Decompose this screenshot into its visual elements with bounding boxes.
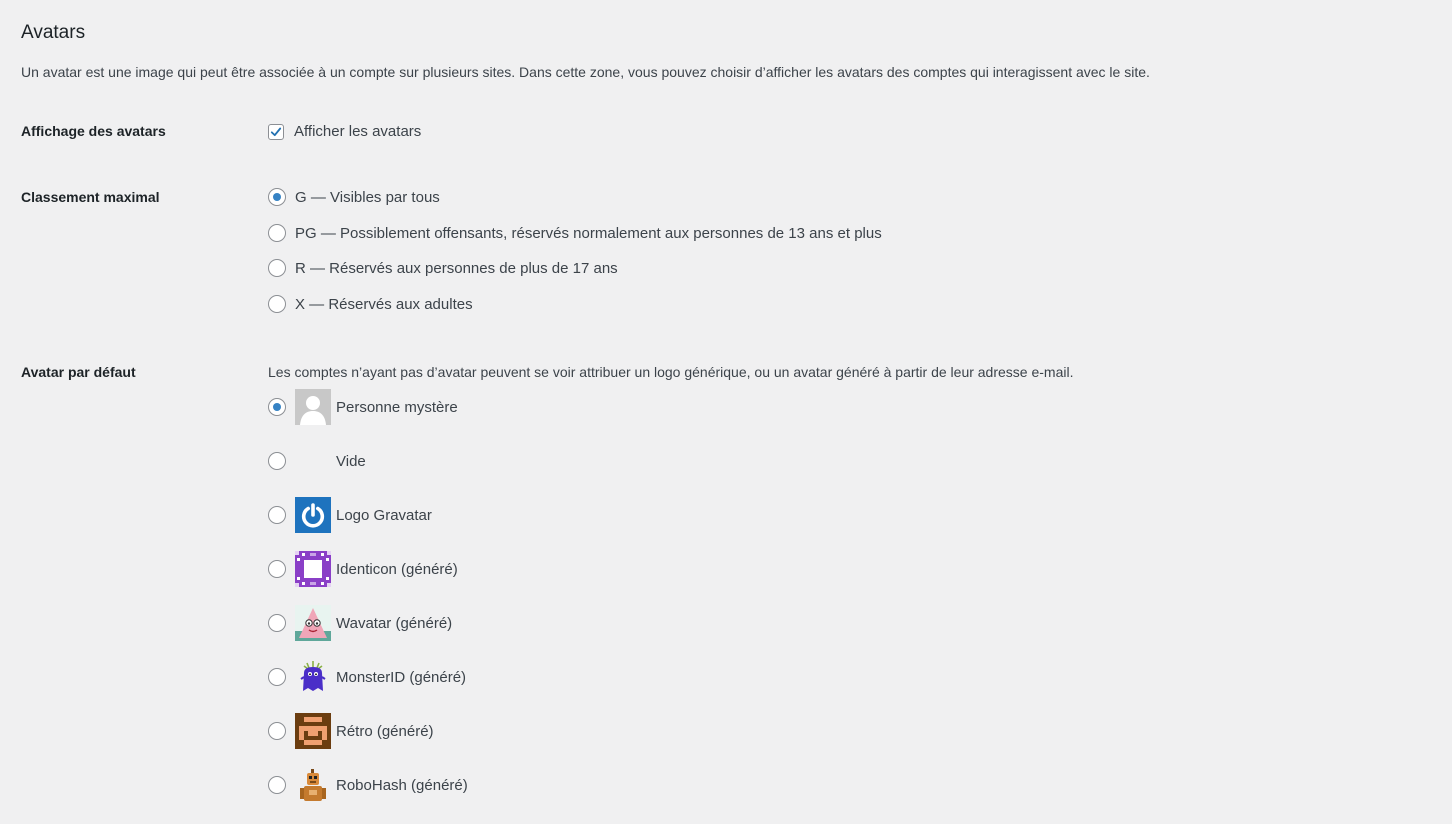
- default-avatar-description: Les comptes n’ayant pas d’avatar peuvent…: [268, 364, 1074, 380]
- avatar-option-label: Rétro (généré): [336, 722, 434, 740]
- avatar-option-mystery[interactable]: Personne mystère: [268, 389, 458, 425]
- wavatar-icon: [295, 605, 331, 641]
- rating-option-r[interactable]: R — Réservés aux personnes de plus de 17…: [268, 259, 618, 277]
- blank-icon: [295, 443, 331, 479]
- avatar-option-label: RoboHash (généré): [336, 776, 468, 794]
- avatar-option-identicon[interactable]: Identicon (généré): [268, 551, 458, 587]
- section-title: Avatars: [21, 22, 86, 43]
- robohash-icon: [295, 767, 331, 803]
- avatar-option-robohash[interactable]: RoboHash (généré): [268, 767, 468, 803]
- rating-option-pg[interactable]: PG — Possiblement offensants, réservés n…: [268, 224, 882, 242]
- mystery-person-icon: [295, 389, 331, 425]
- avatar-blank-radio[interactable]: [268, 452, 286, 470]
- monsterid-icon: [295, 659, 331, 695]
- avatar-option-label: Vide: [336, 452, 366, 470]
- avatar-option-label: Wavatar (généré): [336, 614, 453, 632]
- show-avatars-label: Afficher les avatars: [294, 123, 422, 140]
- checkmark-icon: [270, 127, 282, 136]
- avatar-wavatar-radio[interactable]: [268, 614, 286, 632]
- gravatar-logo-icon: [295, 497, 331, 533]
- max-rating-label: Classement maximal: [21, 189, 160, 205]
- rating-pg-radio[interactable]: [268, 224, 286, 242]
- avatar-display-label: Affichage des avatars: [21, 123, 166, 139]
- rating-x-radio[interactable]: [268, 295, 286, 313]
- show-avatars-checkbox[interactable]: [268, 123, 284, 140]
- rating-r-radio[interactable]: [268, 259, 286, 277]
- avatar-option-label: Identicon (généré): [336, 560, 458, 578]
- avatar-option-label: Personne mystère: [336, 398, 458, 416]
- avatar-option-blank[interactable]: Vide: [268, 443, 366, 479]
- rating-option-label: R — Réservés aux personnes de plus de 17…: [295, 259, 618, 277]
- section-description: Un avatar est une image qui peut être as…: [21, 64, 1150, 80]
- avatar-option-monsterid[interactable]: MonsterID (généré): [268, 659, 466, 695]
- avatar-identicon-radio[interactable]: [268, 560, 286, 578]
- avatar-option-label: MonsterID (généré): [336, 668, 467, 686]
- rating-option-label: PG — Possiblement offensants, réservés n…: [295, 224, 882, 242]
- avatars-settings-page: Avatars Un avatar est une image qui peut…: [0, 0, 1452, 824]
- avatar-retro-radio[interactable]: [268, 722, 286, 740]
- avatar-option-wavatar[interactable]: Wavatar (généré): [268, 605, 452, 641]
- retro-icon: [295, 713, 331, 749]
- avatar-option-gravatar-logo[interactable]: Logo Gravatar: [268, 497, 432, 533]
- avatar-monsterid-radio[interactable]: [268, 668, 286, 686]
- default-avatar-label: Avatar par défaut: [21, 364, 136, 380]
- rating-option-label: G — Visibles par tous: [295, 188, 440, 206]
- avatar-option-label: Logo Gravatar: [336, 506, 432, 524]
- rating-option-x[interactable]: X — Réservés aux adultes: [268, 295, 473, 313]
- show-avatars-option[interactable]: Afficher les avatars: [268, 123, 421, 140]
- avatar-option-retro[interactable]: Rétro (généré): [268, 713, 434, 749]
- rating-option-g[interactable]: G — Visibles par tous: [268, 188, 440, 206]
- identicon-icon: [295, 551, 331, 587]
- avatar-robohash-radio[interactable]: [268, 776, 286, 794]
- rating-g-radio[interactable]: [268, 188, 286, 206]
- avatar-mystery-radio[interactable]: [268, 398, 286, 416]
- avatar-gravatar-radio[interactable]: [268, 506, 286, 524]
- rating-option-label: X — Réservés aux adultes: [295, 295, 473, 313]
